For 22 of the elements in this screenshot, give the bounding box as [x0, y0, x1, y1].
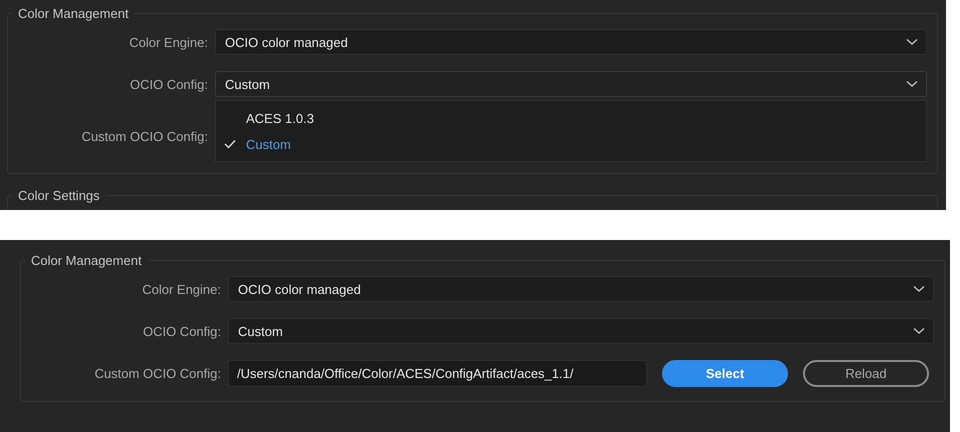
- field-label: OCIO Config:: [142, 324, 221, 338]
- field-label: Color Engine:: [141, 282, 221, 296]
- dropdown[interactable]: OCIO color managed: [228, 276, 934, 302]
- field-label: Custom OCIO Config:: [94, 366, 221, 381]
- chevron-down-icon: [906, 80, 918, 88]
- chevron-down-icon: [913, 285, 925, 293]
- path-field[interactable]: /Users/cnanda/Office/Color/ACES/ConfigArtifact/aces_1.1/: [228, 360, 647, 387]
- menu-item[interactable]: Custom: [216, 131, 926, 157]
- dropdown[interactable]: Custom: [215, 71, 927, 97]
- checkmark-icon: [224, 139, 236, 149]
- dropdown[interactable]: Custom: [228, 318, 934, 344]
- chevron-down-icon: [906, 38, 918, 46]
- group-title: Color Settings: [17, 188, 101, 203]
- field-label: Color Engine:: [128, 34, 208, 50]
- chevron-down-icon: [913, 327, 925, 335]
- group-title: Color Management: [30, 253, 143, 268]
- field-label: Custom OCIO Config:: [80, 128, 208, 144]
- group-title: Color Management: [17, 6, 130, 21]
- reload-button[interactable]: Reload: [803, 360, 929, 387]
- field-label: OCIO Config:: [128, 76, 208, 92]
- dropdown[interactable]: OCIO color managed: [215, 29, 927, 55]
- menu-item[interactable]: ACES 1.0.3: [216, 105, 926, 131]
